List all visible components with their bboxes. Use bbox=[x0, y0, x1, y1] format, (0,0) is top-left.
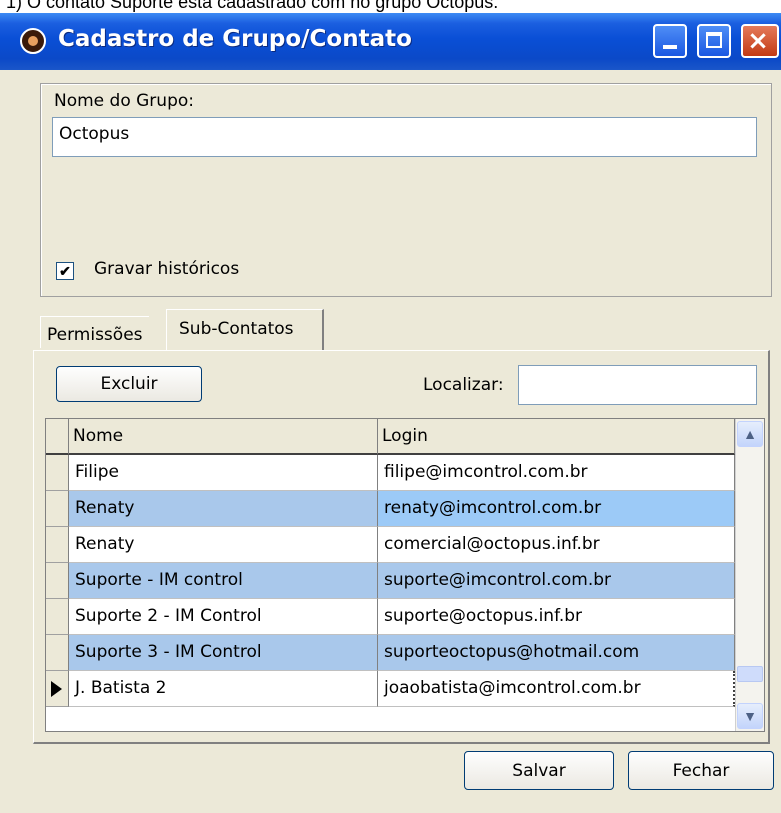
table-row-name[interactable]: Renaty bbox=[69, 491, 378, 527]
table-row-login[interactable]: comercial@octopus.inf.br bbox=[378, 527, 735, 563]
table-row-login[interactable]: suporte@octopus.inf.br bbox=[378, 599, 735, 635]
delete-button[interactable]: Excluir bbox=[56, 366, 202, 402]
minimize-icon bbox=[663, 45, 677, 49]
table-row-name[interactable]: J. Batista 2 bbox=[69, 671, 378, 707]
background-text: 1) O contato Suporte está cadastrado com… bbox=[6, 0, 499, 12]
save-button[interactable]: Salvar bbox=[464, 751, 614, 790]
save-history-checkbox[interactable]: ✔ bbox=[56, 262, 74, 280]
dialog-window: Cadastro de Grupo/Contato × Nome do Grup… bbox=[0, 13, 781, 813]
row-indicator-current[interactable] bbox=[46, 671, 69, 707]
close-window-button[interactable]: × bbox=[741, 24, 779, 58]
scroll-down-icon[interactable]: ▼ bbox=[737, 703, 763, 729]
minimize-button[interactable] bbox=[653, 24, 687, 58]
scroll-thumb[interactable] bbox=[737, 666, 763, 682]
table-row-name[interactable]: Renaty bbox=[69, 527, 378, 563]
octopus-app-icon[interactable] bbox=[20, 28, 46, 54]
vertical-scrollbar[interactable]: ▲ ▼ bbox=[735, 419, 764, 731]
tab-sub-contatos[interactable]: Sub-Contatos bbox=[166, 309, 324, 351]
row-indicator[interactable] bbox=[46, 563, 69, 599]
subcontacts-table[interactable]: Nome Login Filipe filipe@imcontrol.com.b… bbox=[45, 418, 765, 732]
table-row-login[interactable]: joaobatista@imcontrol.com.br bbox=[378, 671, 735, 707]
row-indicator[interactable] bbox=[46, 455, 69, 491]
save-history-label[interactable]: Gravar históricos bbox=[94, 259, 239, 279]
column-header-name[interactable]: Nome bbox=[69, 419, 378, 455]
row-indicator[interactable] bbox=[46, 599, 69, 635]
title-bar[interactable]: Cadastro de Grupo/Contato × bbox=[0, 13, 781, 70]
row-indicator[interactable] bbox=[46, 491, 69, 527]
row-indicator[interactable] bbox=[46, 527, 69, 563]
table-row-name[interactable]: Suporte 3 - IM Control bbox=[69, 635, 378, 671]
row-indicator[interactable] bbox=[46, 635, 69, 671]
table-row-login[interactable]: renaty@imcontrol.com.br bbox=[378, 491, 735, 527]
table-row-name[interactable]: Suporte - IM control bbox=[69, 563, 378, 599]
column-header-login[interactable]: Login bbox=[378, 419, 735, 455]
table-row-login[interactable]: suporte@imcontrol.com.br bbox=[378, 563, 735, 599]
search-input[interactable] bbox=[518, 365, 757, 405]
table-row-name[interactable]: Suporte 2 - IM Control bbox=[69, 599, 378, 635]
close-icon: × bbox=[747, 26, 769, 56]
window-title: Cadastro de Grupo/Contato bbox=[58, 26, 412, 52]
tab-permissoes[interactable]: Permissões bbox=[40, 316, 149, 348]
current-row-pointer-icon bbox=[51, 681, 62, 697]
table-row-login[interactable]: filipe@imcontrol.com.br bbox=[378, 455, 735, 491]
maximize-button[interactable] bbox=[697, 24, 731, 58]
table-row-login[interactable]: suporteoctopus@hotmail.com bbox=[378, 635, 735, 671]
table-row-name[interactable]: Filipe bbox=[69, 455, 378, 491]
group-name-input[interactable]: Octopus bbox=[52, 117, 757, 157]
close-button[interactable]: Fechar bbox=[628, 751, 774, 790]
group-name-label: Nome do Grupo: bbox=[54, 91, 194, 111]
search-label: Localizar: bbox=[423, 375, 504, 395]
header-indicator-cell bbox=[46, 419, 69, 455]
scroll-up-icon[interactable]: ▲ bbox=[737, 421, 763, 447]
maximize-icon bbox=[706, 32, 722, 48]
